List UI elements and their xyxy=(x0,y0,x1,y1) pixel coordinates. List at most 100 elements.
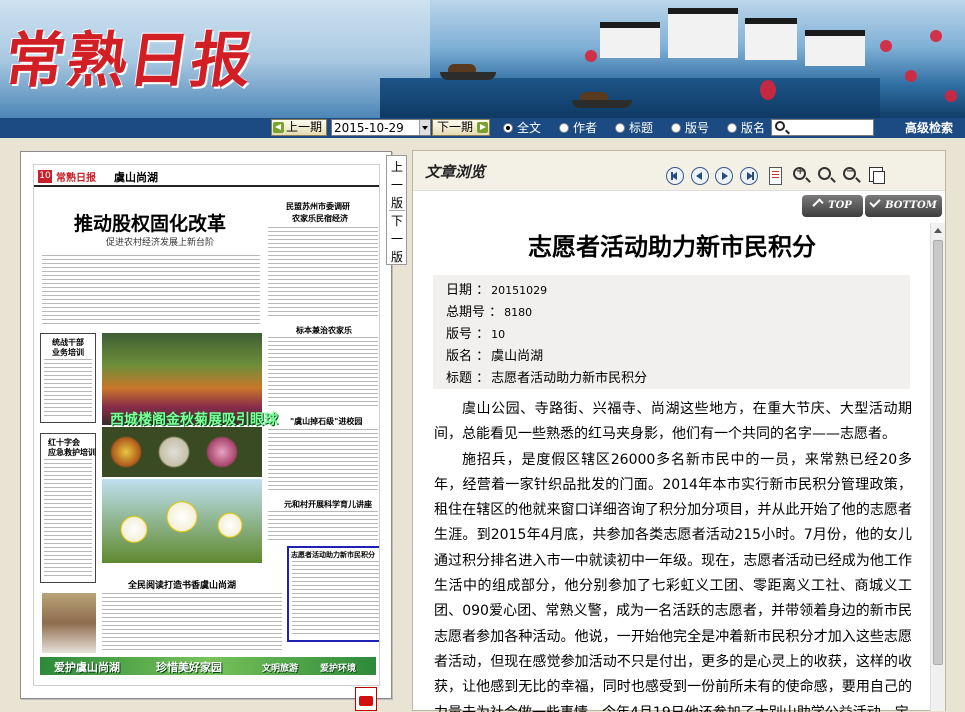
arrow-left-icon xyxy=(273,122,284,133)
issue-date-input[interactable] xyxy=(331,119,431,136)
article-body: 虞山公园、寺路街、兴福寺、尚湖这些地方，在重大节庆、大型活动期间，总能看见一些熟… xyxy=(434,397,912,712)
banner-house xyxy=(805,30,865,66)
radio-title[interactable]: 标题 xyxy=(615,119,653,137)
prev-issue-button[interactable]: 上一期 xyxy=(271,119,327,136)
radio-label: 版名 xyxy=(741,121,766,135)
column-text-block[interactable] xyxy=(102,593,282,651)
column-text-block xyxy=(44,459,92,579)
newspaper-page-image[interactable]: 10 常熟日报 虞山尚湖 推动股权固化改革 促进农村经济发展上新台阶 民盟苏州市… xyxy=(33,164,380,686)
meta-value: 10 xyxy=(491,328,506,341)
banner-boat xyxy=(440,64,496,80)
first-page-icon[interactable] xyxy=(666,167,684,185)
meta-date: 日期 ： 20151029 xyxy=(446,279,547,298)
newspaper-page-viewer: 10 常熟日报 虞山尚湖 推动股权固化改革 促进农村经济发展上新台阶 民盟苏州市… xyxy=(20,151,392,699)
column-title[interactable]: 民盟苏州市委调研 xyxy=(286,201,350,212)
footer-slogan: 文明旅游 xyxy=(262,664,299,674)
header-banner: 常熟日报 xyxy=(0,0,965,118)
next-page-tab[interactable]: 下一版 xyxy=(389,212,405,266)
meta-key: 总期号 ： xyxy=(446,305,503,320)
scroll-top-label: TOP xyxy=(828,200,852,211)
article-panel: 文章浏览 + − TOP BOTTOM 志愿者活动助力新市民积分 日期 ： 201… xyxy=(412,150,946,712)
footer-slogan: 珍惜美好家园 xyxy=(156,661,222,674)
column-text-block[interactable] xyxy=(268,511,378,541)
site-logo[interactable]: 常熟日报 xyxy=(0,12,260,99)
reading-photo[interactable] xyxy=(42,593,96,653)
prev-page-icon[interactable] xyxy=(691,167,709,185)
column-title[interactable]: 标本兼治农家乐 xyxy=(296,325,352,336)
radio-label: 版号 xyxy=(685,121,710,135)
next-page-icon[interactable] xyxy=(715,167,733,185)
meta-page-name: 版名 ：虞山尚湖 xyxy=(446,345,543,364)
radio-label: 标题 xyxy=(629,121,654,135)
search-input[interactable] xyxy=(771,119,874,136)
zoom-out-icon[interactable]: − xyxy=(843,166,856,180)
column-text-block[interactable] xyxy=(268,337,378,409)
advanced-search-link[interactable]: 高级检索 xyxy=(905,119,953,137)
column-title[interactable]: 元和村开展科学育儿讲座 xyxy=(284,499,372,510)
meta-key: 版号 ： xyxy=(446,327,490,342)
daisy-photo[interactable] xyxy=(102,479,262,563)
column-text-block xyxy=(44,359,92,419)
article-scrollbar[interactable] xyxy=(930,223,945,711)
meta-page-number: 版号 ： 10 xyxy=(446,323,505,342)
section-name: 虞山尚湖 xyxy=(114,171,158,184)
banner-boat xyxy=(572,92,632,108)
radio-dot-icon xyxy=(727,123,737,133)
page-footer-banner: 爱护虞山尚湖 珍惜美好家园 文明旅游 爱护环境 xyxy=(40,657,376,675)
column-subtitle: 应急救护培训 xyxy=(48,448,96,457)
prev-issue-label: 上一期 xyxy=(286,120,323,134)
radio-label: 作者 xyxy=(573,121,598,135)
scrollbar-thumb[interactable] xyxy=(933,240,943,665)
radio-dot-icon xyxy=(615,123,625,133)
chevron-up-icon xyxy=(812,198,824,210)
zoom-reset-icon[interactable] xyxy=(818,167,831,180)
flower-photo-strip[interactable] xyxy=(102,427,262,477)
last-page-icon[interactable] xyxy=(740,167,758,185)
blossom-decoration xyxy=(930,30,942,42)
page-number-badge: 10 xyxy=(38,170,52,183)
article-meta-box: 日期 ： 20151029 总期号 ： 8180 版号 ： 10 版名 ：虞山尚湖 标… xyxy=(433,275,910,389)
column-title[interactable]: 全民阅读打造书香虞山尚湖 xyxy=(128,578,236,591)
prev-page-tab[interactable]: 上一版 xyxy=(389,158,405,212)
blossom-decoration xyxy=(905,70,917,82)
page-turn-tabs: 上一版 下一版 xyxy=(386,155,407,265)
column-text-block[interactable] xyxy=(268,429,378,493)
calendar-dropdown-icon[interactable] xyxy=(419,120,430,135)
scroll-bottom-button[interactable]: BOTTOM xyxy=(865,195,942,217)
column-title[interactable]: "虞山掉石级"进校园 xyxy=(290,416,362,427)
meta-value: 虞山尚湖 xyxy=(491,349,544,364)
meta-value: 8180 xyxy=(504,306,533,319)
lead-article-title[interactable]: 推动股权固化改革 xyxy=(74,209,226,236)
article-paragraph: 虞山公园、寺路街、兴福寺、尚湖这些地方，在重大节庆、大型活动期间，总能看见一些熟… xyxy=(434,401,912,443)
article-title: 志愿者活动助力新市民积分 xyxy=(528,232,816,261)
document-icon[interactable] xyxy=(769,167,782,185)
blossom-decoration xyxy=(585,50,597,62)
next-issue-label: 下一期 xyxy=(437,120,474,134)
lead-article-text-block[interactable] xyxy=(42,255,260,327)
radio-author[interactable]: 作者 xyxy=(559,119,597,137)
scroll-top-button[interactable]: TOP xyxy=(802,195,863,217)
column-text-block[interactable] xyxy=(268,227,378,319)
radio-fulltext[interactable]: 全文 xyxy=(503,119,541,137)
tab-divider xyxy=(389,210,405,211)
blossom-decoration xyxy=(760,80,776,100)
search-icon xyxy=(775,121,785,131)
radio-dot-icon xyxy=(503,123,513,133)
column-subtitle: 农家乐民宿经济 xyxy=(292,214,348,223)
pdf-download-icon[interactable] xyxy=(355,687,377,711)
banner-house xyxy=(668,8,738,58)
banner-house xyxy=(745,18,797,60)
scroll-up-arrow-icon[interactable] xyxy=(934,228,942,233)
article-paragraph: 施招兵，是度假区辖区26000多名新市民中的一员，来常熟已经20多年，经营着一家… xyxy=(434,451,912,712)
next-issue-button[interactable]: 下一期 xyxy=(432,119,490,136)
meta-issue-number: 总期号 ： 8180 xyxy=(446,301,532,320)
zoom-in-icon[interactable]: + xyxy=(793,166,806,180)
footer-slogan: 爱护虞山尚湖 xyxy=(54,661,120,674)
meta-key: 标题 ： xyxy=(446,371,490,386)
banner-river xyxy=(380,78,880,118)
copy-icon[interactable] xyxy=(869,167,885,184)
scroll-nav-strip: TOP BOTTOM xyxy=(413,192,945,222)
issue-toolbar: 上一期 下一期 全文 作者 标题 版号 版名 高级检索 xyxy=(0,118,965,138)
radio-page-number[interactable]: 版号 xyxy=(671,119,709,137)
radio-page-name[interactable]: 版名 xyxy=(727,119,765,137)
